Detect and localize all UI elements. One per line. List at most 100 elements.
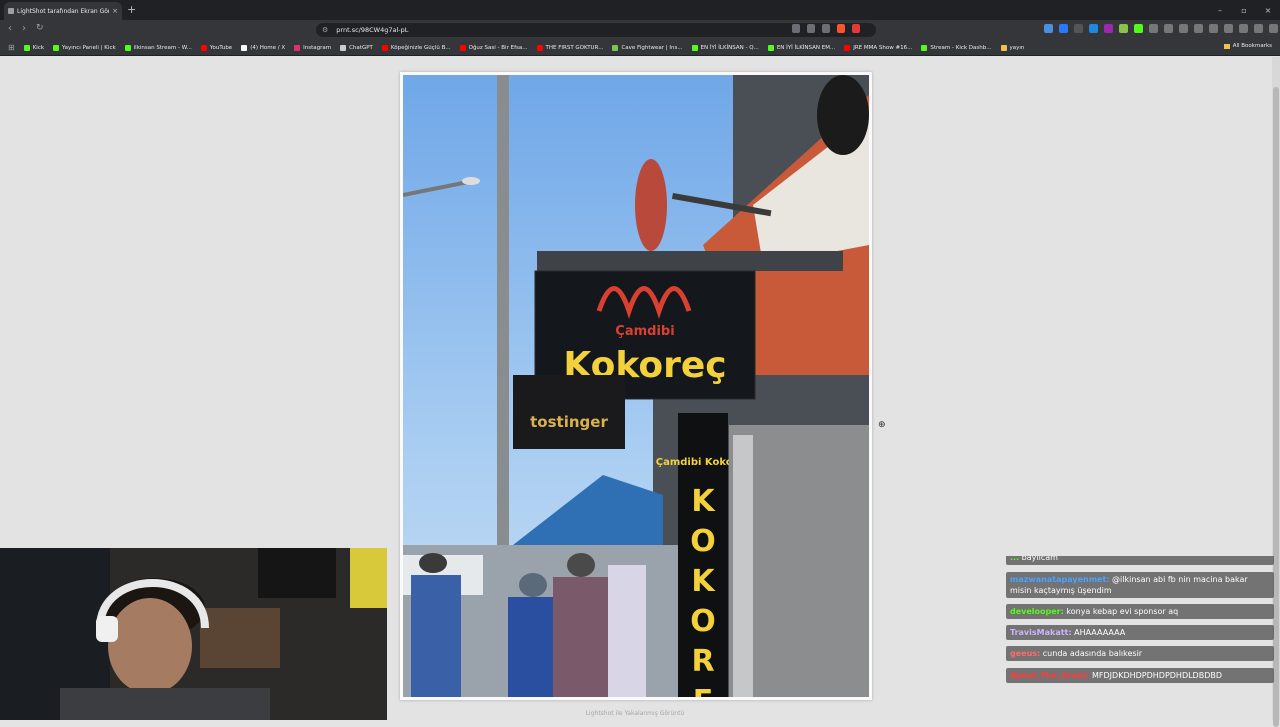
extension-icon-8[interactable] bbox=[1149, 24, 1158, 33]
extension-icon-7[interactable] bbox=[1134, 24, 1143, 33]
share-icon[interactable] bbox=[822, 24, 830, 33]
person-cap bbox=[567, 553, 595, 577]
bookmark-item[interactable]: ChatGPT bbox=[340, 43, 373, 52]
webcam-overlay bbox=[0, 548, 387, 720]
ladder bbox=[733, 435, 753, 697]
streamer-webcam bbox=[0, 548, 387, 720]
extension-icon-10[interactable] bbox=[1179, 24, 1188, 33]
zoom-icon[interactable] bbox=[807, 24, 815, 33]
bookmark-item[interactable]: Yayıncı Paneli | Kick bbox=[53, 43, 116, 52]
bookmark-label: Cave Fightwear | Ins... bbox=[621, 44, 683, 51]
extension-icon-1[interactable] bbox=[1044, 24, 1053, 33]
wall-poster bbox=[258, 548, 336, 598]
chat-username[interactable]: develooper: bbox=[1010, 607, 1064, 616]
bookmark-item[interactable]: Köpeğinizle Güçlü B... bbox=[381, 43, 451, 52]
bookmark-item[interactable]: yayın bbox=[1000, 43, 1025, 52]
cast-icon[interactable] bbox=[792, 24, 800, 33]
bookmark-favicon-icon bbox=[124, 44, 131, 51]
maximize-button[interactable]: ▫ bbox=[1232, 0, 1256, 20]
chat-text: bayılcam bbox=[1021, 556, 1058, 562]
bookmark-item[interactable]: Kick bbox=[23, 43, 44, 52]
bookmark-label: ilkinsan Stream - W... bbox=[133, 44, 192, 51]
sign-top-rail bbox=[537, 251, 843, 271]
extension-icon-9[interactable] bbox=[1164, 24, 1173, 33]
bookmark-label: yayın bbox=[1009, 44, 1025, 51]
round-sign bbox=[635, 159, 667, 251]
extension-icon-4[interactable] bbox=[1089, 24, 1098, 33]
bookmark-item[interactable]: Stream - Kick Dashb... bbox=[921, 43, 992, 52]
bookmark-favicon-icon bbox=[1000, 44, 1007, 51]
vertical-sign-letter: O bbox=[690, 604, 716, 639]
close-window-button[interactable]: × bbox=[1256, 0, 1280, 20]
vpn-icon[interactable] bbox=[1239, 24, 1248, 33]
chat-username[interactable]: mazwanatapayenmet: bbox=[1010, 575, 1110, 584]
rewards-icon[interactable] bbox=[852, 24, 860, 33]
person-blue-shirt bbox=[411, 575, 461, 697]
apps-grid-icon[interactable]: ⊞ bbox=[8, 43, 15, 52]
reload-icon[interactable]: ↻ bbox=[36, 23, 44, 33]
chat-username[interactable]: geeus: bbox=[1010, 649, 1040, 658]
sidebar-icon[interactable] bbox=[1209, 24, 1218, 33]
tab-favicon-icon bbox=[8, 8, 14, 14]
streamer-shirt bbox=[60, 688, 270, 720]
menu-icon[interactable] bbox=[1269, 24, 1278, 33]
url-text[interactable]: prnt.sc/98CW4g7al-pL bbox=[336, 26, 408, 34]
bookmark-item[interactable]: Instagram bbox=[294, 43, 331, 52]
street-light bbox=[462, 177, 480, 185]
tab-title: LightShot tarafından Ekran Görü bbox=[17, 7, 110, 15]
chat-text: MFDJDKDHDPDHDPDHDLDBDBD bbox=[1092, 671, 1223, 680]
bookmark-item[interactable]: (4) Home / X bbox=[241, 43, 285, 52]
bookmark-label: Instagram bbox=[303, 44, 332, 51]
bookmark-item[interactable]: JRE MMA Show #16... bbox=[844, 43, 912, 52]
bookmark-label: Yayıncı Paneli | Kick bbox=[62, 44, 116, 51]
bookmark-item[interactable]: YouTube bbox=[200, 43, 233, 52]
bookmark-label: YouTube bbox=[209, 44, 233, 51]
extensions-puzzle-icon[interactable] bbox=[1194, 24, 1203, 33]
streamer-face bbox=[108, 598, 192, 694]
bookmark-item[interactable]: ilkinsan Stream - W... bbox=[124, 43, 192, 52]
shield-icon[interactable] bbox=[1254, 24, 1263, 33]
bookmark-label: Köpeğinizle Güçlü B... bbox=[390, 44, 451, 51]
extension-icon-6[interactable] bbox=[1119, 24, 1128, 33]
bookmark-favicon-icon bbox=[340, 44, 347, 51]
extensions-area bbox=[1044, 24, 1278, 33]
chat-username[interactable]: Ajmet_The_Great: bbox=[1010, 671, 1089, 680]
chat-username[interactable]: TravisMakatt: bbox=[1010, 628, 1072, 637]
forward-icon[interactable]: › bbox=[22, 23, 26, 34]
minimize-button[interactable]: – bbox=[1208, 0, 1232, 20]
shelf bbox=[200, 608, 280, 668]
kokorec-shop-photo: Çamdibi Kokoreç tostinger Çamdibi Kokore… bbox=[403, 75, 869, 697]
chat-message: TravisMakatt: AHAAAAAAA bbox=[1006, 625, 1274, 640]
site-info-icon[interactable]: ⚙ bbox=[322, 26, 328, 34]
zoom-cursor-icon: ⊕ bbox=[878, 420, 886, 430]
bookmark-item[interactable]: EN İYİ İLKİNSAN - Q... bbox=[691, 43, 759, 52]
chat-text: AHAAAAAAA bbox=[1074, 628, 1126, 637]
chat-username[interactable]: ... bbox=[1010, 556, 1019, 562]
bookmark-item[interactable]: EN İYİ İLKİNSAN EM... bbox=[767, 43, 835, 52]
bookmark-favicon-icon bbox=[844, 44, 851, 51]
window-controls: – ▫ × bbox=[1208, 0, 1280, 20]
tab-close-icon[interactable]: × bbox=[112, 7, 118, 15]
bookmark-favicon-icon bbox=[381, 44, 388, 51]
bookmark-favicon-icon bbox=[294, 44, 301, 51]
vertical-sign-letter: O bbox=[690, 524, 716, 559]
bookmark-favicon-icon bbox=[767, 44, 774, 51]
brave-shields-icon[interactable] bbox=[837, 24, 845, 33]
child-cap bbox=[519, 573, 547, 597]
chat-message: geeus: cunda adasında balıkesir bbox=[1006, 646, 1274, 661]
back-icon[interactable]: ‹ bbox=[8, 23, 12, 34]
bookmark-label: (4) Home / X bbox=[250, 44, 286, 51]
person-white-shirt bbox=[608, 565, 646, 697]
wallet-icon[interactable] bbox=[1224, 24, 1233, 33]
screenshot-photo: Çamdibi Kokoreç tostinger Çamdibi Kokore… bbox=[403, 75, 869, 697]
bookmark-item[interactable]: Cave Fightwear | Ins... bbox=[612, 43, 683, 52]
person-hat bbox=[419, 553, 447, 573]
extension-icon-3[interactable] bbox=[1074, 24, 1083, 33]
browser-tab[interactable]: LightShot tarafından Ekran Görü × bbox=[4, 2, 122, 20]
all-bookmarks-folder[interactable]: All Bookmarks bbox=[1223, 43, 1272, 49]
extension-icon-2[interactable] bbox=[1059, 24, 1068, 33]
bookmark-item[interactable]: THE FIRST GOKTUR... bbox=[536, 43, 603, 52]
extension-icon-5[interactable] bbox=[1104, 24, 1113, 33]
bookmark-item[interactable]: Oğuz Sasi - Bir Efsa... bbox=[459, 43, 528, 52]
new-tab-button[interactable]: + bbox=[127, 3, 136, 16]
